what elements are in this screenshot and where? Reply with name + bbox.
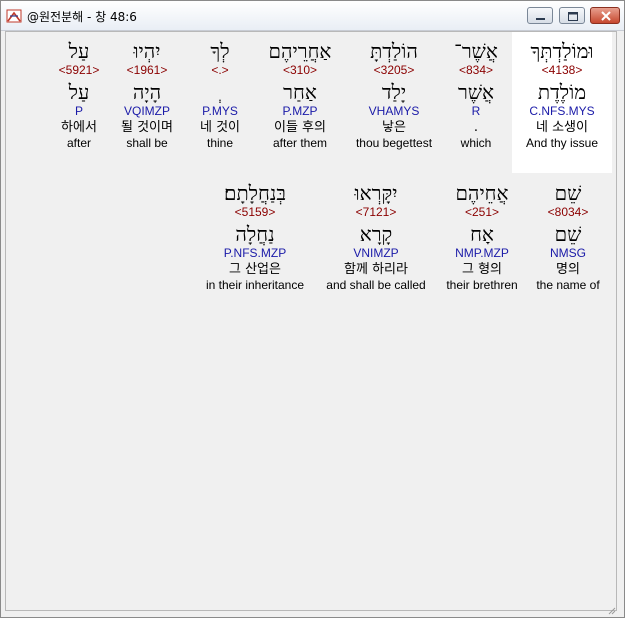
hebrew-word: שֵׁם xyxy=(554,181,582,205)
english-gloss: and shall be called xyxy=(326,278,426,292)
word-block[interactable]: לְךָ <.> ְ P.MYS 네 것이 thine xyxy=(188,32,252,151)
parsing-code: P.MYS xyxy=(202,104,238,118)
minimize-button[interactable] xyxy=(527,7,553,24)
lemma: ְ xyxy=(188,80,252,104)
korean-gloss: 명의 xyxy=(556,262,580,277)
app-window: @원전분해 - 창 48:6 וּמוֹלַדְתְּךָ <4138> מוֹ… xyxy=(0,0,625,618)
title-bar[interactable]: @원전분해 - 창 48:6 xyxy=(1,1,624,31)
parsing-code: VNIMZP xyxy=(353,246,399,260)
resize-grip-icon[interactable] xyxy=(606,600,616,615)
english-gloss: the name of xyxy=(536,278,600,292)
lemma: נַחֲלָה xyxy=(235,222,275,246)
english-gloss: thou begettest xyxy=(355,136,433,150)
word-block[interactable]: וּמוֹלַדְתְּךָ <4138> מוֹלֶדֶת C.NFS.MYS… xyxy=(512,32,612,173)
word-block[interactable]: יִקָּרְאוּ <7121> קָרָא VNIMZP 함께 하리라 an… xyxy=(318,176,434,293)
strong-number[interactable]: <834> xyxy=(436,63,516,78)
strong-number[interactable]: <251> xyxy=(438,205,526,220)
word-block[interactable]: אֲשֶׁר־ <834> אֲשֶׁר R . which xyxy=(436,32,516,151)
parsing-code: VHAMYS xyxy=(368,104,420,118)
lemma: קָרָא xyxy=(359,222,393,246)
strong-number[interactable]: <7121> xyxy=(318,205,434,220)
parsing-code: NMSG xyxy=(550,246,586,260)
word-block[interactable]: אֲחֵיהֶם <251> אָח NMP.MZP 그 형의 their br… xyxy=(438,176,526,293)
strong-number[interactable]: <4138> xyxy=(512,63,612,78)
hebrew-word: יִהְיוּ xyxy=(133,39,161,63)
strong-number[interactable]: <8034> xyxy=(528,205,608,220)
strong-number[interactable]: <5921> xyxy=(50,63,108,78)
parsing-code: P.NFS.MZP xyxy=(223,246,287,260)
lemma: אַחַר xyxy=(283,80,317,104)
lemma: יָלַד xyxy=(381,80,407,104)
parsing-code: NMP.MZP xyxy=(455,246,509,260)
english-gloss: thine xyxy=(206,136,234,150)
korean-gloss: 그 형의 xyxy=(461,262,502,277)
word-block[interactable]: בְּנַחֲלָתָם׃ <5159> נַחֲלָה P.NFS.MZP 그… xyxy=(196,176,314,293)
strong-number[interactable]: <.> xyxy=(188,63,252,78)
hebrew-word: יִקָּרְאוּ xyxy=(354,181,398,205)
korean-gloss: 이들 후의 xyxy=(274,120,326,135)
korean-gloss: . xyxy=(473,120,479,135)
parsing-code: P.MZP xyxy=(282,104,318,118)
maximize-button[interactable] xyxy=(559,7,585,24)
interlinear-panel[interactable]: וּמוֹלַדְתְּךָ <4138> מוֹלֶדֶת C.NFS.MYS… xyxy=(5,31,617,615)
english-gloss: shall be xyxy=(126,136,168,150)
korean-gloss: 낳은 xyxy=(382,120,406,135)
parsing-code: VQIMZP xyxy=(123,104,170,118)
strong-number[interactable]: <310> xyxy=(256,63,344,78)
lemma: אָח xyxy=(470,222,494,246)
lemma: הָיָה xyxy=(132,80,162,104)
hebrew-word: עַל xyxy=(68,39,90,63)
hebrew-word: אֲחֵיהֶם xyxy=(455,181,509,205)
hebrew-word: הוֹלַדְתָּ xyxy=(370,39,418,63)
english-gloss: And thy issue xyxy=(525,136,599,150)
parsing-code: R xyxy=(471,104,481,118)
english-gloss: in their inheritance xyxy=(205,278,305,292)
korean-gloss: 네 소생이 xyxy=(536,120,588,135)
korean-gloss: 네 것이 xyxy=(199,120,240,135)
korean-gloss: 될 것이며 xyxy=(121,120,173,135)
hebrew-word: אַחֲרֵיהֶם xyxy=(268,39,332,63)
strong-number[interactable]: <1961> xyxy=(112,63,182,78)
parsing-code: P xyxy=(74,104,83,118)
lemma: עַל xyxy=(68,80,90,104)
word-block[interactable]: יִהְיוּ <1961> הָיָה VQIMZP 될 것이며 shall … xyxy=(112,32,182,151)
word-block[interactable]: שֵׁם <8034> שֵׁם NMSG 명의 the name of xyxy=(528,176,608,293)
hebrew-word: אֲשֶׁר־ xyxy=(454,39,498,63)
app-icon[interactable] xyxy=(6,8,22,24)
english-gloss: after them xyxy=(272,136,328,150)
parsing-code: C.NFS.MYS xyxy=(529,104,595,118)
lemma: אֲשֶׁר xyxy=(458,80,494,104)
lemma: שֵׁם xyxy=(554,222,582,246)
close-button[interactable] xyxy=(590,7,620,24)
korean-gloss: 그 산업은 xyxy=(229,262,281,277)
korean-gloss: 함께 하리라 xyxy=(344,262,408,277)
strong-number[interactable]: <3205> xyxy=(346,63,442,78)
word-block[interactable]: עַל <5921> עַל P 하에서 after xyxy=(50,32,108,151)
english-gloss: which xyxy=(460,136,492,150)
korean-gloss: 하에서 xyxy=(61,120,97,135)
hebrew-word: בְּנַחֲלָתָם׃ xyxy=(223,181,286,205)
strong-number[interactable]: <5159> xyxy=(196,205,314,220)
english-gloss: their brethren xyxy=(446,278,518,292)
hebrew-word: לְךָ xyxy=(210,39,230,63)
word-block[interactable]: אַחֲרֵיהֶם <310> אַחַר P.MZP 이들 후의 after… xyxy=(256,32,344,151)
lemma: מוֹלֶדֶת xyxy=(537,80,587,104)
word-block[interactable]: הוֹלַדְתָּ <3205> יָלַד VHAMYS 낳은 thou b… xyxy=(346,32,442,151)
window-title: @원전분해 - 창 48:6 xyxy=(27,10,137,24)
english-gloss: after xyxy=(66,136,91,150)
hebrew-word: וּמוֹלַדְתְּךָ xyxy=(530,39,594,63)
